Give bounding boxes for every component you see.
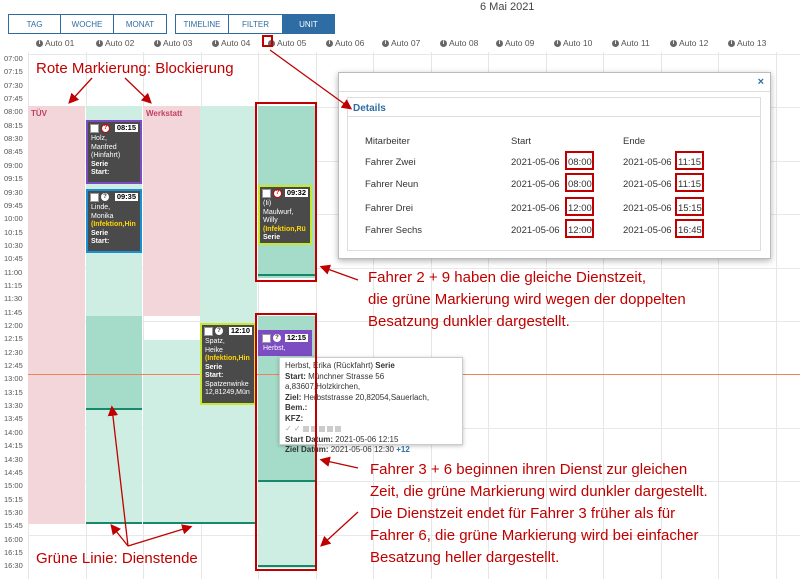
annotation-fahrer29-1: Fahrer 2 + 9 haben die gleiche Dienstzei… [368,269,647,286]
annotation-blockierung: Rote Markierung: Blockierung [36,60,234,77]
annotation-dienstende: Grüne Linie: Dienstende [36,550,198,567]
annotation-fahrer36-3: Die Dienstzeit endet für Fahrer 3 früher… [370,505,676,522]
annotation-fahrer29-2: die grüne Markierung wird wegen der dopp… [368,291,686,308]
annotation-fahrer36-1: Fahrer 3 + 6 beginnen ihren Dienst zur g… [370,461,688,478]
annotation-fahrer36-2: Zeit, die grüne Markierung wird dunkler … [370,483,708,500]
annotation-fahrer36-4: Fahrer 6, die grüne Markierung wird bei … [370,527,699,544]
annotation-fahrer36-5: Besatzung heller dargestellt. [370,549,560,566]
annotation-fahrer29-3: Besatzung dunkler dargestellt. [368,313,570,330]
